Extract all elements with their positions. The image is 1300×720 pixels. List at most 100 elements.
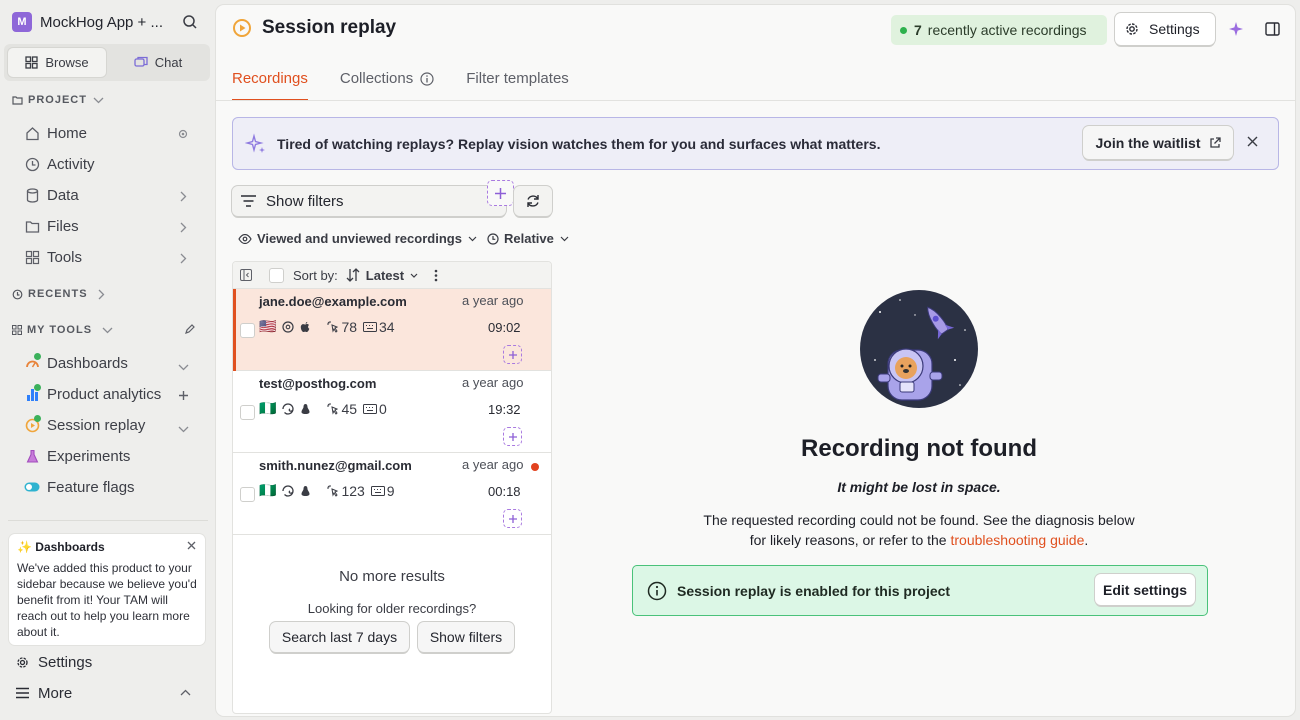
recording-email: test@posthog.com bbox=[259, 376, 377, 391]
tab-collections[interactable]: Collections bbox=[340, 65, 434, 101]
project-switcher[interactable]: M MockHog App + ... bbox=[12, 11, 204, 33]
gear-icon[interactable] bbox=[175, 126, 191, 142]
dashboard-icon bbox=[24, 353, 41, 371]
recording-checkbox[interactable] bbox=[240, 487, 255, 502]
keyboard-icon bbox=[363, 321, 378, 332]
replay-vision-banner: Tired of watching replays? Replay vision… bbox=[232, 117, 1279, 170]
close-icon[interactable] bbox=[187, 541, 196, 550]
sidebar-more[interactable]: More bbox=[15, 682, 205, 704]
search-icon[interactable] bbox=[182, 14, 198, 30]
sidebar-item-label: Feature flags bbox=[47, 478, 135, 496]
sidebar-settings[interactable]: Settings bbox=[15, 651, 205, 673]
add-to-collection-button[interactable] bbox=[503, 427, 522, 446]
sparkle-icon[interactable] bbox=[1228, 21, 1244, 37]
recents-section-header[interactable]: RECENTS bbox=[12, 286, 110, 302]
browser-icon bbox=[282, 320, 295, 333]
recording-duration: 00:18 bbox=[488, 484, 521, 499]
body-text-end: . bbox=[1084, 532, 1089, 548]
show-filters-button[interactable]: Show filters bbox=[232, 186, 506, 216]
edit-settings-button[interactable]: Edit settings bbox=[1095, 574, 1195, 605]
gear-icon bbox=[1124, 21, 1140, 37]
select-all-checkbox[interactable] bbox=[269, 267, 284, 283]
sidebar-item-activity[interactable]: Activity bbox=[24, 152, 200, 176]
tab-label: Recordings bbox=[232, 70, 308, 87]
home-icon bbox=[24, 125, 40, 141]
sidebar-item-label: Files bbox=[47, 217, 79, 235]
sidebar-item-dashboards[interactable]: Dashboards bbox=[24, 351, 200, 375]
sidebar-item-product-analytics[interactable]: Product analytics bbox=[24, 382, 200, 406]
plus-icon[interactable] bbox=[175, 387, 191, 403]
sidebar: M MockHog App + ... Browse Chat PROJECT … bbox=[0, 0, 216, 720]
refresh-button[interactable] bbox=[514, 186, 552, 216]
country-flag: 🇳🇬 bbox=[259, 400, 277, 416]
recording-duration: 19:32 bbox=[488, 402, 521, 417]
tab-filter-templates[interactable]: Filter templates bbox=[466, 65, 569, 101]
promo-body: We've added this product to your sidebar… bbox=[17, 561, 197, 639]
sparkles-icon bbox=[245, 132, 267, 155]
sidebar-item-home[interactable]: Home bbox=[24, 121, 200, 145]
chat-tab[interactable]: Chat bbox=[110, 48, 206, 77]
sort-by-label: Sort by: bbox=[293, 267, 338, 283]
recording-row[interactable]: jane.doe@example.com a year ago 🇺🇸 78 34… bbox=[233, 289, 551, 371]
edge-browser-icon bbox=[282, 484, 295, 497]
project-section-header[interactable]: PROJECT bbox=[12, 92, 109, 108]
more-vertical-icon[interactable] bbox=[434, 269, 438, 282]
sidebar-item-experiments[interactable]: Experiments bbox=[24, 444, 200, 468]
edit-icon[interactable] bbox=[184, 323, 196, 335]
viewed-select-value: Viewed and unviewed recordings bbox=[257, 231, 462, 246]
tab-recordings[interactable]: Recordings bbox=[232, 65, 308, 101]
older-recordings-prompt: Looking for older recordings? bbox=[307, 601, 477, 616]
mytools-section-header[interactable]: MY TOOLS bbox=[12, 322, 118, 338]
waitlist-label: Join the waitlist bbox=[1095, 134, 1201, 151]
sidebar-item-feature-flags[interactable]: Feature flags bbox=[24, 475, 200, 499]
panel-toggle-icon[interactable] bbox=[1265, 22, 1280, 36]
keypress-count: 9 bbox=[386, 482, 395, 499]
sidebar-item-session-replay[interactable]: Session replay bbox=[24, 413, 200, 437]
add-button[interactable] bbox=[487, 180, 514, 206]
collapse-icon[interactable] bbox=[240, 269, 252, 281]
chat-icon bbox=[134, 56, 148, 69]
chevron-down-icon[interactable] bbox=[175, 421, 191, 437]
add-to-collection-button[interactable] bbox=[503, 345, 522, 364]
join-waitlist-button[interactable]: Join the waitlist bbox=[1083, 126, 1233, 159]
menu-icon bbox=[15, 687, 30, 699]
grid-icon bbox=[12, 325, 22, 335]
close-icon[interactable] bbox=[1247, 136, 1258, 147]
plus-icon bbox=[508, 350, 518, 360]
active-recordings-badge[interactable]: 7 recently active recordings bbox=[891, 15, 1107, 45]
recording-checkbox[interactable] bbox=[240, 405, 255, 420]
show-filters-small-button[interactable]: Show filters bbox=[418, 622, 514, 652]
chevron-down-icon[interactable] bbox=[175, 359, 191, 375]
date-range-select[interactable]: Relative bbox=[487, 231, 574, 246]
not-found-title: Recording not found bbox=[801, 435, 1037, 462]
troubleshooting-link[interactable]: troubleshooting guide bbox=[950, 532, 1084, 548]
sidebar-item-data[interactable]: Data bbox=[24, 183, 200, 207]
sidebar-item-label: Data bbox=[47, 186, 79, 204]
tab-label: Filter templates bbox=[466, 70, 569, 87]
browse-tab[interactable]: Browse bbox=[8, 48, 106, 77]
add-to-collection-button[interactable] bbox=[503, 509, 522, 528]
search-last-7-days-button[interactable]: Search last 7 days bbox=[270, 622, 409, 652]
settings-button[interactable]: Settings bbox=[1115, 13, 1215, 45]
divider bbox=[8, 520, 208, 521]
sidebar-item-label: Home bbox=[47, 124, 88, 142]
recording-row[interactable]: test@posthog.com a year ago 🇳🇬 45 0 19:3… bbox=[233, 371, 551, 453]
plus-icon bbox=[508, 514, 518, 524]
active-label: recently active recordings bbox=[927, 22, 1087, 38]
database-icon bbox=[24, 187, 40, 203]
sidebar-item-files[interactable]: Files bbox=[24, 214, 200, 238]
sort-value[interactable]: Latest bbox=[366, 268, 404, 283]
country-flag: 🇺🇸 bbox=[259, 318, 277, 334]
recording-checkbox[interactable] bbox=[240, 323, 255, 338]
sidebar-item-label: Activity bbox=[47, 155, 95, 173]
banner-text: Tired of watching replays? Replay vision… bbox=[277, 135, 881, 152]
click-count: 78 bbox=[341, 318, 358, 335]
sidebar-item-tools[interactable]: Tools bbox=[24, 245, 200, 269]
clock-icon bbox=[487, 232, 499, 245]
settings-label: Settings bbox=[38, 653, 93, 671]
sidebar-item-label: Product analytics bbox=[47, 385, 162, 403]
viewed-select[interactable]: Viewed and unviewed recordings bbox=[238, 231, 482, 246]
chevron-up-icon bbox=[180, 689, 191, 696]
click-count: 123 bbox=[341, 482, 365, 499]
recording-row[interactable]: smith.nunez@gmail.com a year ago 🇳🇬 123 … bbox=[233, 453, 551, 535]
